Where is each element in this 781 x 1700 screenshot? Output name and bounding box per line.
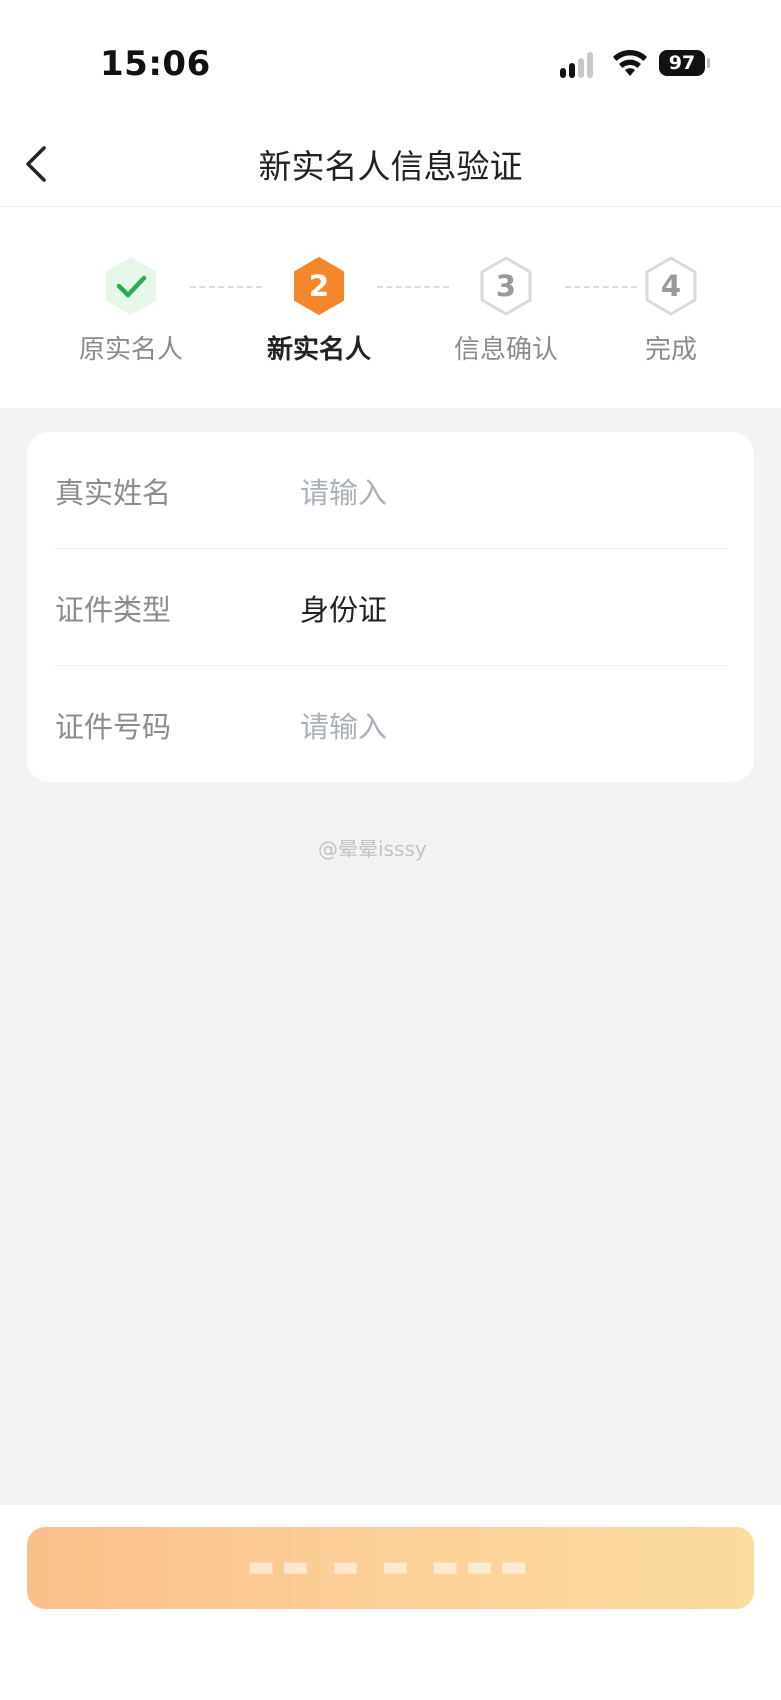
check-icon [116, 275, 147, 298]
battery-tip [707, 58, 710, 68]
real-name-input[interactable]: 请输入 [300, 470, 387, 512]
footer-bar: ▬▬ ▬ ▬ ▬▬▬ [0, 1505, 781, 1700]
step-1: 原实名人 [51, 255, 211, 366]
watermark: @晕晕isssy [318, 837, 427, 861]
step-2: 2 新实名人 [239, 255, 399, 366]
wifi-icon [613, 49, 647, 76]
step-2-badge: 2 [288, 255, 350, 317]
step-2-number: 2 [308, 269, 330, 303]
step-3-number: 3 [495, 269, 517, 303]
id-number-input[interactable]: 请输入 [300, 704, 387, 746]
id-type-label: 证件类型 [55, 593, 172, 627]
step-4-badge: 4 [640, 255, 702, 317]
step-3-badge: 3 [475, 255, 537, 317]
id-number-row[interactable]: 证件号码 请输入 [55, 666, 726, 782]
id-number-label: 证件号码 [55, 710, 172, 744]
step-1-label: 原实名人 [78, 335, 183, 365]
real-name-row[interactable]: 真实姓名 请输入 [55, 432, 726, 548]
id-type-row[interactable]: 证件类型 身份证 [55, 549, 726, 665]
status-time: 15:06 [100, 44, 211, 84]
real-name-label: 真实姓名 [55, 476, 172, 510]
step-3: 3 信息确认 [426, 255, 586, 366]
step-2-label: 新实名人 [266, 335, 371, 365]
submit-button-label: ▬▬ ▬ ▬ ▬▬▬ [246, 1549, 535, 1584]
status-bar: 15:06 97 [0, 0, 781, 110]
step-4-label: 完成 [644, 335, 697, 365]
step-4-number: 4 [660, 269, 682, 303]
submit-button[interactable]: ▬▬ ▬ ▬ ▬▬▬ [27, 1527, 754, 1609]
id-type-value[interactable]: 身份证 [300, 587, 387, 629]
step-4: 4 完成 [591, 255, 751, 366]
page-title: 新实名人信息验证 [258, 147, 523, 186]
step-3-label: 信息确认 [453, 335, 558, 365]
step-1-badge [100, 255, 162, 317]
cellular-signal-icon [560, 52, 598, 78]
progress-steps: 原实名人 2 新实名人 3 信息确认 4 完成 [0, 255, 781, 395]
navigation-bar: 新实名人信息验证 [0, 120, 781, 207]
battery-icon: 97 [659, 50, 705, 76]
identity-form-card: 真实姓名 请输入 证件类型 身份证 证件号码 请输入 [27, 432, 754, 782]
